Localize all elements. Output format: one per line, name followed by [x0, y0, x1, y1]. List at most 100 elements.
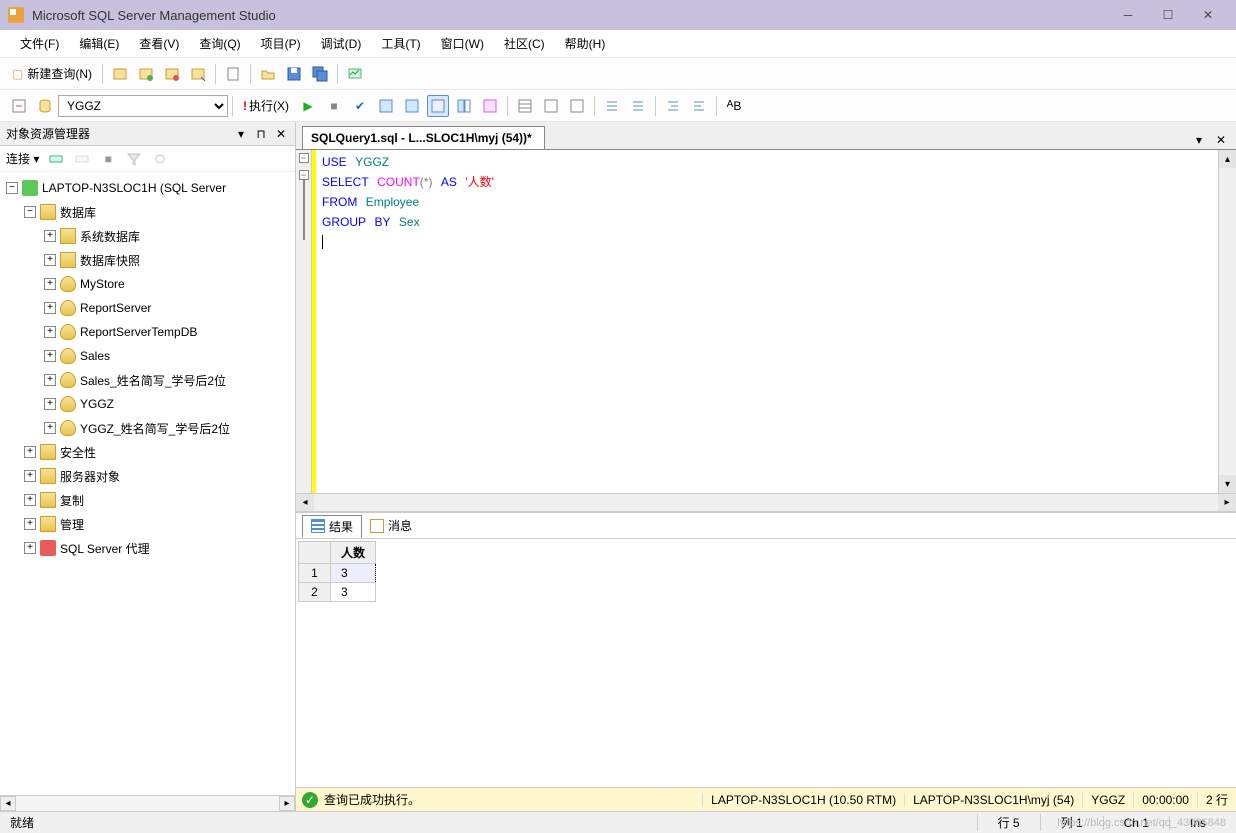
tree-replication-folder[interactable]: +复制: [0, 488, 295, 512]
scroll-track[interactable]: [16, 796, 279, 811]
debug-play-icon[interactable]: ▶: [297, 95, 319, 117]
parse-icon[interactable]: ✔: [349, 95, 371, 117]
tree-db-node[interactable]: +Sales_姓名简写_学号后2位: [0, 368, 295, 392]
editor-hscrollbar[interactable]: ◂ ▸: [296, 493, 1236, 511]
scroll-right-icon[interactable]: ▸: [279, 796, 295, 811]
filter-icon[interactable]: [123, 148, 145, 170]
refresh-icon[interactable]: [149, 148, 171, 170]
code-area[interactable]: USE YGGZ SELECT COUNT(*) AS '人数' FROM Em…: [316, 150, 1218, 493]
tree-db-node[interactable]: +ReportServer: [0, 296, 295, 320]
editor-vscrollbar[interactable]: ▴ ▾: [1218, 150, 1236, 493]
node-label: 系统数据库: [80, 228, 140, 245]
open-icon[interactable]: [257, 63, 279, 85]
menu-project[interactable]: 项目(P): [251, 31, 311, 56]
toolbar-icon[interactable]: [453, 95, 475, 117]
toolbar-icon[interactable]: [479, 95, 501, 117]
menu-community[interactable]: 社区(C): [494, 31, 555, 56]
tree-db-node[interactable]: +ReportServerTempDB: [0, 320, 295, 344]
toolbar-icon[interactable]: [375, 95, 397, 117]
tab-dropdown-icon[interactable]: ▾: [1190, 131, 1208, 149]
menu-file[interactable]: 文件(F): [10, 31, 69, 56]
tree-management-folder[interactable]: +管理: [0, 512, 295, 536]
scroll-up-icon[interactable]: ▴: [1219, 150, 1236, 168]
connect-button[interactable]: 连接 ▾: [6, 150, 39, 167]
menu-help[interactable]: 帮助(H): [555, 31, 616, 56]
disconnect-icon[interactable]: [71, 148, 93, 170]
stop-icon[interactable]: ■: [323, 95, 345, 117]
object-tree[interactable]: −LAPTOP-N3SLOC1H (SQL Server −数据库 +系统数据库…: [0, 172, 295, 795]
menu-window[interactable]: 窗口(W): [431, 31, 494, 56]
menu-debug[interactable]: 调试(D): [311, 31, 372, 56]
comment-icon[interactable]: [601, 95, 623, 117]
execute-button[interactable]: ! 执行(X): [237, 95, 295, 116]
cell[interactable]: 3: [331, 583, 376, 602]
tree-db-node[interactable]: +YGGZ: [0, 392, 295, 416]
tab-close-icon[interactable]: ✕: [1212, 131, 1230, 149]
toolbar-icon[interactable]: [135, 63, 157, 85]
available-databases-icon[interactable]: [34, 95, 56, 117]
tree-db-snapshot[interactable]: +数据库快照: [0, 248, 295, 272]
activity-monitor-icon[interactable]: [344, 63, 366, 85]
uncomment-icon[interactable]: [627, 95, 649, 117]
close-button[interactable]: ✕: [1188, 0, 1228, 30]
table-row[interactable]: 13: [299, 564, 376, 583]
menu-query[interactable]: 查询(Q): [189, 31, 250, 56]
toolbar-icon[interactable]: [401, 95, 423, 117]
scroll-down-icon[interactable]: ▾: [1219, 475, 1236, 493]
tree-sql-agent[interactable]: +SQL Server 代理: [0, 536, 295, 560]
menu-tools[interactable]: 工具(T): [371, 31, 430, 56]
scroll-right-icon[interactable]: ▸: [1218, 494, 1236, 511]
tree-db-node[interactable]: +YGGZ_姓名简写_学号后2位: [0, 416, 295, 440]
tree-server-node[interactable]: −LAPTOP-N3SLOC1H (SQL Server: [0, 176, 295, 200]
database-combobox[interactable]: YGGZ: [58, 95, 228, 117]
pin-icon[interactable]: ⊓: [253, 126, 269, 142]
cell[interactable]: 3: [331, 564, 376, 583]
tree-server-objects-folder[interactable]: +服务器对象: [0, 464, 295, 488]
outdent-icon[interactable]: [688, 95, 710, 117]
toolbar-icon[interactable]: [187, 63, 209, 85]
stop-icon[interactable]: ■: [97, 148, 119, 170]
fold-icon[interactable]: −: [299, 153, 309, 163]
minimize-button[interactable]: ─: [1108, 0, 1148, 30]
tree-security-folder[interactable]: +安全性: [0, 440, 295, 464]
change-connection-icon[interactable]: [8, 95, 30, 117]
messages-tab[interactable]: 消息: [362, 515, 420, 536]
indent-icon[interactable]: [662, 95, 684, 117]
save-icon[interactable]: [283, 63, 305, 85]
tree-db-node[interactable]: +Sales: [0, 344, 295, 368]
results-grid[interactable]: 人数 13 23: [296, 539, 1236, 787]
results-tab[interactable]: 结果: [302, 515, 362, 538]
menu-view[interactable]: 查看(V): [129, 31, 189, 56]
success-icon: ✓: [302, 792, 318, 808]
toolbar-icon[interactable]: [566, 95, 588, 117]
fold-icon[interactable]: −: [299, 170, 309, 180]
close-panel-icon[interactable]: ✕: [273, 126, 289, 142]
toolbar-icon[interactable]: [514, 95, 536, 117]
tree-db-node[interactable]: +MyStore: [0, 272, 295, 296]
toolbar-icon[interactable]: [427, 95, 449, 117]
column-header[interactable]: 人数: [331, 542, 376, 564]
tree-system-databases[interactable]: +系统数据库: [0, 224, 295, 248]
maximize-button[interactable]: ☐: [1148, 0, 1188, 30]
document-tab[interactable]: SQLQuery1.sql - L...SLOC1H\myj (54))*: [302, 126, 545, 149]
scroll-left-icon[interactable]: ◂: [296, 494, 314, 511]
menu-edit[interactable]: 编辑(E): [69, 31, 129, 56]
toolbar-icon[interactable]: [540, 95, 562, 117]
save-all-icon[interactable]: [309, 63, 331, 85]
table-row[interactable]: 23: [299, 583, 376, 602]
tree-databases-folder[interactable]: −数据库: [0, 200, 295, 224]
folder-icon: [40, 492, 56, 508]
toolbar-icon[interactable]: [161, 63, 183, 85]
explorer-hscrollbar[interactable]: ◂ ▸: [0, 795, 295, 811]
toolbar-icon[interactable]: [222, 63, 244, 85]
dropdown-icon[interactable]: ▾: [233, 126, 249, 142]
scroll-left-icon[interactable]: ◂: [0, 796, 16, 811]
fold-gutter[interactable]: − −: [296, 150, 312, 493]
scroll-track[interactable]: [1219, 168, 1236, 475]
connect-icon[interactable]: [45, 148, 67, 170]
sql-editor[interactable]: − − USE YGGZ SELECT COUNT(*) AS '人数' FRO…: [296, 150, 1236, 493]
specify-values-icon[interactable]: AB: [723, 95, 745, 117]
new-query-button[interactable]: ▢ 新建查询(N): [6, 63, 98, 84]
toolbar-icon[interactable]: [109, 63, 131, 85]
scroll-track[interactable]: [314, 494, 1218, 511]
